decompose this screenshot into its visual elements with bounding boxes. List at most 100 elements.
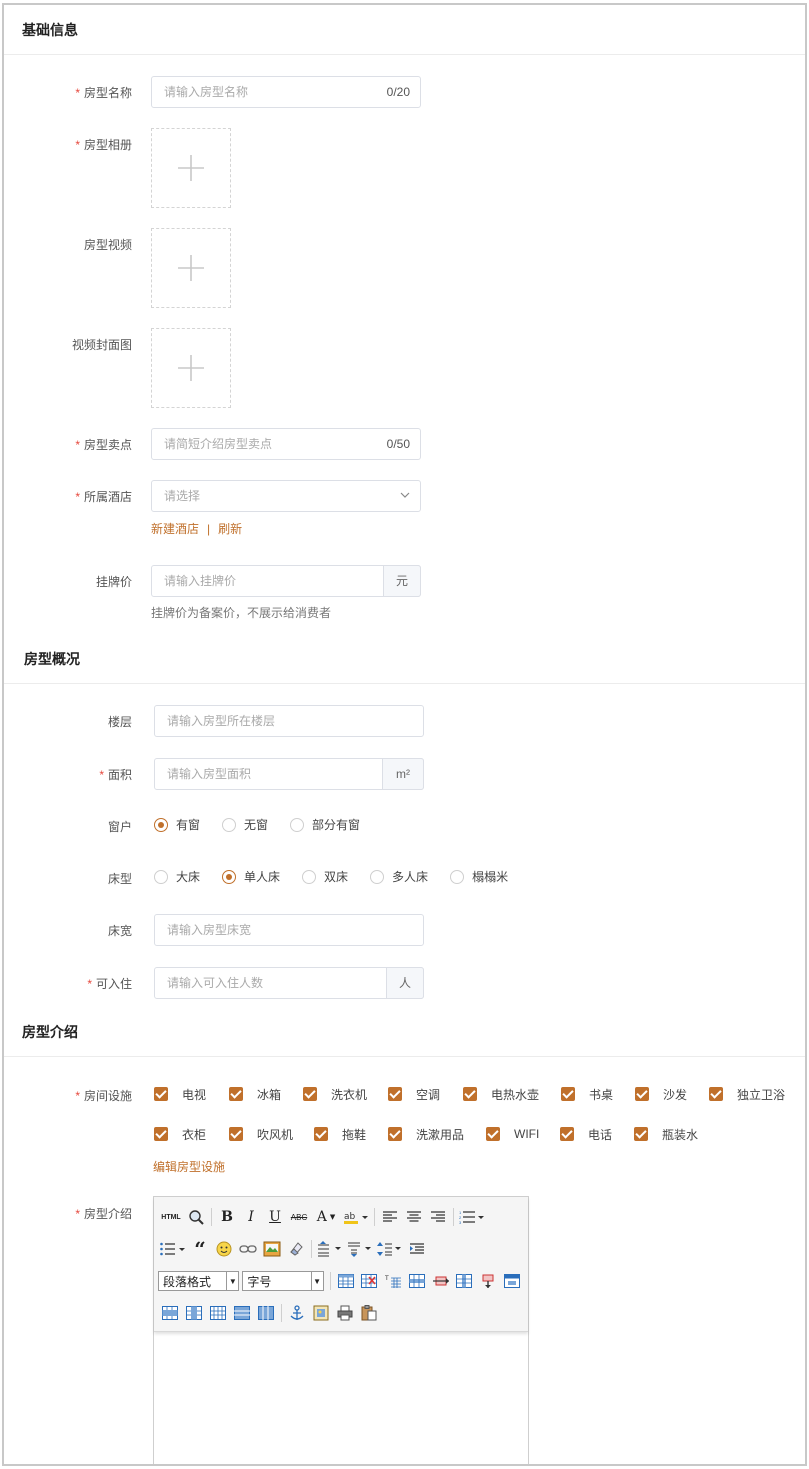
delete-column-icon[interactable]: [477, 1270, 499, 1292]
window-label: 窗户: [107, 820, 132, 834]
checkbox-checked-icon: [388, 1087, 402, 1101]
album-label: * 房型相册: [75, 138, 132, 152]
preview-icon[interactable]: [185, 1206, 207, 1228]
checkbox-checked-icon: [229, 1087, 243, 1101]
picture-frame-icon[interactable]: [310, 1302, 332, 1324]
checkbox-checked-icon: [154, 1087, 168, 1101]
facility-checkbox[interactable]: 冰箱: [229, 1086, 303, 1103]
new-hotel-link[interactable]: 新建酒店: [151, 522, 199, 536]
split-rows-icon[interactable]: [231, 1302, 253, 1324]
editor-content-area[interactable]: [154, 1332, 528, 1464]
emoji-icon[interactable]: [213, 1238, 235, 1260]
facility-checkbox[interactable]: 电话: [560, 1126, 634, 1143]
bed-option-3[interactable]: 多人床: [370, 868, 428, 885]
window-option-0[interactable]: 有窗: [154, 816, 200, 833]
refresh-link[interactable]: 刷新: [218, 522, 242, 536]
plus-icon: [178, 155, 204, 181]
hotel-select-placeholder: 请选择: [164, 489, 201, 503]
html-source-button[interactable]: HTML: [159, 1206, 183, 1228]
image-icon[interactable]: [261, 1238, 283, 1260]
paragraph-format-select[interactable]: 段落格式 ▼: [158, 1271, 240, 1291]
line-height-icon[interactable]: [316, 1238, 344, 1260]
anchor-icon[interactable]: [286, 1302, 308, 1324]
facility-checkbox[interactable]: WIFI: [486, 1127, 560, 1141]
price-input[interactable]: 请输入挂牌价 元: [151, 565, 421, 597]
facility-checkbox[interactable]: 洗衣机: [303, 1086, 388, 1103]
split-cells-icon[interactable]: [207, 1302, 229, 1324]
link-icon[interactable]: [237, 1238, 259, 1260]
video-upload[interactable]: [151, 228, 231, 308]
area-label: * 面积: [99, 768, 132, 782]
facility-checkbox[interactable]: 瓶装水: [634, 1126, 698, 1143]
radio-icon: [222, 817, 237, 832]
ordered-list-icon[interactable]: 123: [458, 1206, 486, 1228]
align-center-icon[interactable]: [403, 1206, 425, 1228]
facility-checkbox[interactable]: 洗漱用品: [388, 1126, 486, 1143]
print-icon[interactable]: [334, 1302, 356, 1324]
table-caption-icon[interactable]: T: [382, 1270, 404, 1292]
facility-checkbox[interactable]: 空调: [388, 1086, 463, 1103]
occupancy-input[interactable]: 请输入可入住人数 人: [154, 967, 424, 999]
paste-icon[interactable]: [358, 1302, 380, 1324]
floor-input[interactable]: 请输入房型所在楼层: [154, 705, 424, 737]
checkbox-checked-icon: [314, 1127, 328, 1141]
unordered-list-icon[interactable]: [159, 1238, 187, 1260]
bed-option-4[interactable]: 榻榻米: [450, 868, 508, 885]
checkbox-checked-icon: [709, 1087, 723, 1101]
paragraph-spacing-icon[interactable]: [346, 1238, 374, 1260]
merge-down-icon[interactable]: [183, 1302, 205, 1324]
plus-icon: [178, 255, 204, 281]
occupancy-label: * 可入住: [87, 977, 132, 991]
align-right-icon[interactable]: [427, 1206, 449, 1228]
split-columns-icon[interactable]: [255, 1302, 277, 1324]
facility-checkbox[interactable]: 拖鞋: [314, 1126, 388, 1143]
row-spacing-icon[interactable]: [376, 1238, 404, 1260]
area-input[interactable]: 请输入房型面积 m²: [154, 758, 424, 790]
delete-row-icon[interactable]: [430, 1270, 452, 1292]
insert-row-icon[interactable]: [406, 1270, 428, 1292]
checkbox-checked-icon: [486, 1127, 500, 1141]
hotel-select[interactable]: 请选择: [151, 480, 421, 512]
merge-cells-icon[interactable]: [501, 1270, 523, 1292]
facility-checkbox[interactable]: 吹风机: [229, 1126, 314, 1143]
facility-checkbox[interactable]: 衣柜: [154, 1126, 229, 1143]
cover-upload[interactable]: [151, 328, 231, 408]
bed-option-2[interactable]: 双床: [302, 868, 348, 885]
description-label: * 房型介绍: [75, 1207, 132, 1221]
indent-icon[interactable]: [406, 1238, 428, 1260]
insert-column-icon[interactable]: [454, 1270, 476, 1292]
eraser-icon[interactable]: [285, 1238, 307, 1260]
album-upload[interactable]: [151, 128, 231, 208]
cover-label: 视频封面图: [71, 338, 132, 352]
bed-option-1[interactable]: 单人床: [222, 868, 280, 885]
insert-table-icon[interactable]: [335, 1270, 357, 1292]
occupancy-unit-addon: 人: [386, 967, 424, 999]
blockquote-icon[interactable]: “: [189, 1238, 211, 1260]
font-size-select[interactable]: 字号 ▼: [242, 1271, 324, 1291]
strikethrough-icon[interactable]: ABC: [288, 1206, 310, 1228]
bed-width-input[interactable]: 请输入房型床宽: [154, 914, 424, 946]
facility-checkbox[interactable]: 沙发: [635, 1086, 709, 1103]
align-left-icon[interactable]: [379, 1206, 401, 1228]
floor-label: 楼层: [107, 715, 132, 729]
delete-table-icon[interactable]: [358, 1270, 380, 1292]
highlight-icon[interactable]: ab: [342, 1206, 370, 1228]
facility-checkbox[interactable]: 书桌: [561, 1086, 635, 1103]
facility-checkbox[interactable]: 电热水壶: [463, 1086, 561, 1103]
window-option-1[interactable]: 无窗: [222, 816, 268, 833]
selling-point-input[interactable]: 请简短介绍房型卖点 0/50: [151, 428, 421, 460]
facility-checkbox[interactable]: 独立卫浴: [709, 1086, 785, 1103]
checkbox-checked-icon: [635, 1087, 649, 1101]
bed-option-0[interactable]: 大床: [154, 868, 200, 885]
edit-facilities-link[interactable]: 编辑房型设施: [153, 1158, 225, 1175]
checkbox-checked-icon: [634, 1127, 648, 1141]
bold-icon[interactable]: B: [216, 1206, 238, 1228]
font-color-icon[interactable]: A ▼: [312, 1206, 340, 1228]
price-unit-addon: 元: [383, 565, 421, 597]
room-name-input[interactable]: 请输入房型名称 0/20: [151, 76, 421, 108]
underline-icon[interactable]: U: [264, 1206, 286, 1228]
merge-right-icon[interactable]: [159, 1302, 181, 1324]
facility-checkbox[interactable]: 电视: [154, 1086, 229, 1103]
italic-icon[interactable]: I: [240, 1206, 262, 1228]
window-option-2[interactable]: 部分有窗: [290, 816, 360, 833]
